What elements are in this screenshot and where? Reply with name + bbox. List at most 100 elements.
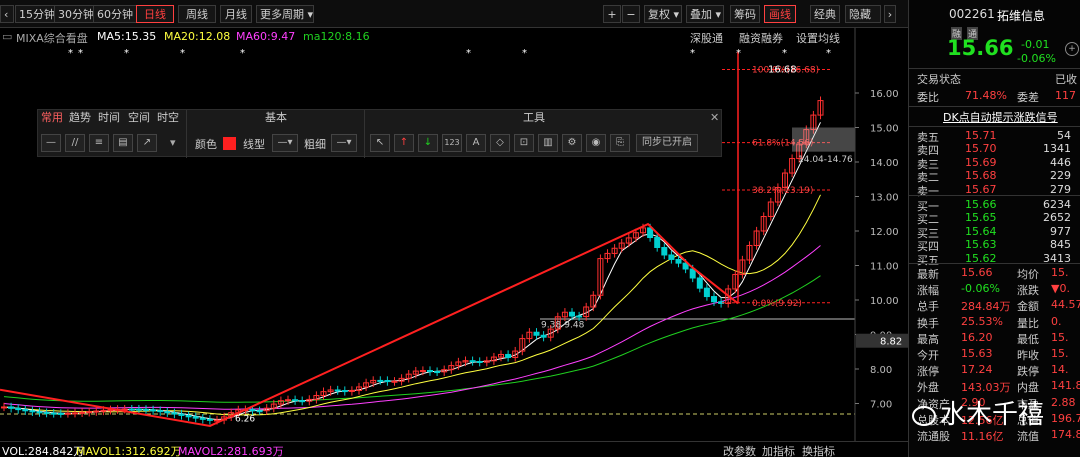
trade-status-row: 交易状态 已收	[909, 70, 1080, 86]
zoom-in-icon[interactable]: +	[603, 5, 621, 23]
axis-tick-label: 16.00	[870, 89, 899, 100]
tab-space[interactable]: 空间	[128, 110, 150, 126]
stat-value: 15.	[1051, 330, 1069, 344]
number-icon[interactable]: 123	[442, 134, 462, 152]
trash-icon[interactable]: ▥	[538, 134, 558, 152]
candle-body	[427, 370, 433, 373]
tab-spacetime[interactable]: 时空	[157, 110, 179, 126]
linetype-select[interactable]: —▾	[272, 134, 298, 152]
candle-body	[647, 227, 654, 239]
linetype-label: 线型	[243, 138, 265, 151]
parallel-tool-icon[interactable]: //	[65, 134, 85, 152]
candle-body	[43, 412, 50, 415]
period-more[interactable]: 更多周期 ▾	[256, 5, 314, 23]
up-arrow-icon[interactable]: ↑	[394, 134, 414, 152]
sync-button[interactable]: 同步已开启	[636, 134, 698, 152]
stat-value: 14.	[1051, 363, 1069, 377]
candle-body	[100, 409, 107, 412]
signal-star: *	[466, 48, 471, 59]
stat-row[interactable]: 外盘 143.03万内盘 141.81	[909, 378, 1080, 394]
color-swatch[interactable]	[223, 137, 236, 150]
chevron-left-icon[interactable]: ‹	[0, 5, 14, 23]
period-monthly[interactable]: 月线	[220, 5, 252, 23]
period-15min[interactable]: 15分钟	[15, 5, 59, 23]
ma120-line	[3, 275, 821, 403]
candle-body	[419, 370, 426, 373]
tab-trend[interactable]: 趋势	[69, 110, 91, 126]
divider	[909, 263, 1080, 264]
down-arrow-icon[interactable]: ↓	[418, 134, 438, 152]
fuquan-label: 复权	[648, 8, 670, 21]
stat-row[interactable]: 最新 15.66 均价 15.	[909, 265, 1080, 281]
fib-tool-icon[interactable]: ≡	[89, 134, 109, 152]
hide-button[interactable]: 隐藏	[845, 5, 881, 23]
candle-body	[15, 407, 22, 411]
more-dropdown-icon[interactable]: ▾	[170, 136, 176, 149]
weicha-label: 委差	[1017, 91, 1039, 104]
cursor-icon[interactable]: ↖	[370, 134, 390, 152]
chevron-right-icon[interactable]: ›	[884, 5, 896, 23]
tab-common[interactable]: 常用	[41, 110, 63, 126]
save-icon[interactable]: ⎘	[610, 134, 630, 152]
period-60min[interactable]: 60分钟	[93, 5, 137, 23]
price-zone	[792, 127, 855, 152]
stat-value: 141.81	[1051, 379, 1080, 393]
chips-button[interactable]: 筹码	[730, 5, 760, 23]
lock-icon[interactable]: ⊡	[514, 134, 534, 152]
zoom-out-icon[interactable]: −	[622, 5, 640, 23]
price-reference-lines	[0, 318, 855, 415]
stat-row[interactable]: 涨幅 -0.06% 涨跌 ▼0.	[909, 281, 1080, 297]
stat-row[interactable]: 最高 16.20 最低 15.	[909, 330, 1080, 346]
weibi-value: 71.48%	[965, 89, 1007, 102]
line-tool-icon[interactable]: —	[41, 134, 61, 152]
period-weekly[interactable]: 周线	[178, 5, 216, 23]
add-icon[interactable]: +	[1065, 42, 1079, 56]
level-volume: 229	[1050, 169, 1071, 183]
stat-row[interactable]: 换手 25.53% 量比 0.	[909, 314, 1080, 330]
tab-time[interactable]: 时间	[98, 110, 120, 126]
candle-body	[128, 408, 135, 411]
period-30min[interactable]: 30分钟	[54, 5, 98, 23]
arrow-tool-icon[interactable]: ↗	[137, 134, 157, 152]
ma20-line	[3, 194, 821, 416]
eraser-icon[interactable]: ◇	[490, 134, 510, 152]
level-volume: 2652	[1043, 211, 1071, 225]
kline-chart[interactable]: 100.0%(16.68)61.8%(14.56)38.2%(13.19)0.0…	[0, 28, 908, 441]
candle-body	[689, 268, 696, 279]
stat-label: 最低	[1017, 332, 1039, 346]
candle-body	[533, 331, 540, 336]
level-price: 15.65	[965, 211, 997, 225]
stat-label: 跌停	[1017, 365, 1039, 379]
period-daily[interactable]: 日线	[136, 5, 174, 23]
signal-star: *	[124, 48, 129, 59]
level-price: 15.69	[965, 155, 997, 169]
divider	[909, 195, 1080, 196]
gear-icon[interactable]: ⚙	[562, 134, 582, 152]
eye-icon[interactable]: ◉	[586, 134, 606, 152]
axis-tick-label: 14.00	[870, 158, 899, 169]
box-tool-icon[interactable]: ▤	[113, 134, 133, 152]
range-label: 9.38-9.48	[541, 321, 585, 331]
link-add-indicator[interactable]: 加指标	[762, 443, 795, 457]
link-switch-indicator[interactable]: 换指标	[802, 443, 835, 457]
fuquan-button[interactable]: 复权 ▾	[644, 5, 682, 23]
axis-tick-label: 11.00	[870, 262, 899, 273]
volume-indicator-line: VOL:284.842万 MAVOL1:312.692万 MAVOL2:281.…	[0, 441, 908, 457]
signal-link[interactable]: DK点自动提示涨跌信号	[943, 109, 1058, 125]
stat-row[interactable]: 今开 15.63 昨收 15.	[909, 346, 1080, 362]
candle-body	[57, 412, 64, 415]
stat-row[interactable]: 总手 284.84万 金额 44.57	[909, 297, 1080, 313]
candle-body	[661, 246, 668, 256]
stat-row[interactable]: 涨停 17.24 跌停 14.	[909, 362, 1080, 378]
stat-value: 44.57	[1051, 298, 1080, 312]
candle-body	[476, 360, 483, 363]
signal-row[interactable]: DK点自动提示涨跌信号	[909, 108, 1080, 124]
overlay-button[interactable]: 叠加 ▾	[686, 5, 724, 23]
text-icon[interactable]: A	[466, 134, 486, 152]
close-icon[interactable]: ✕	[710, 110, 719, 126]
thickness-select[interactable]: —▾	[331, 134, 357, 152]
link-change-params[interactable]: 改参数	[723, 443, 756, 457]
draw-line-button[interactable]: 画线	[764, 5, 796, 23]
stat-value: 284.84万	[961, 300, 1011, 314]
classic-button[interactable]: 经典	[810, 5, 840, 23]
